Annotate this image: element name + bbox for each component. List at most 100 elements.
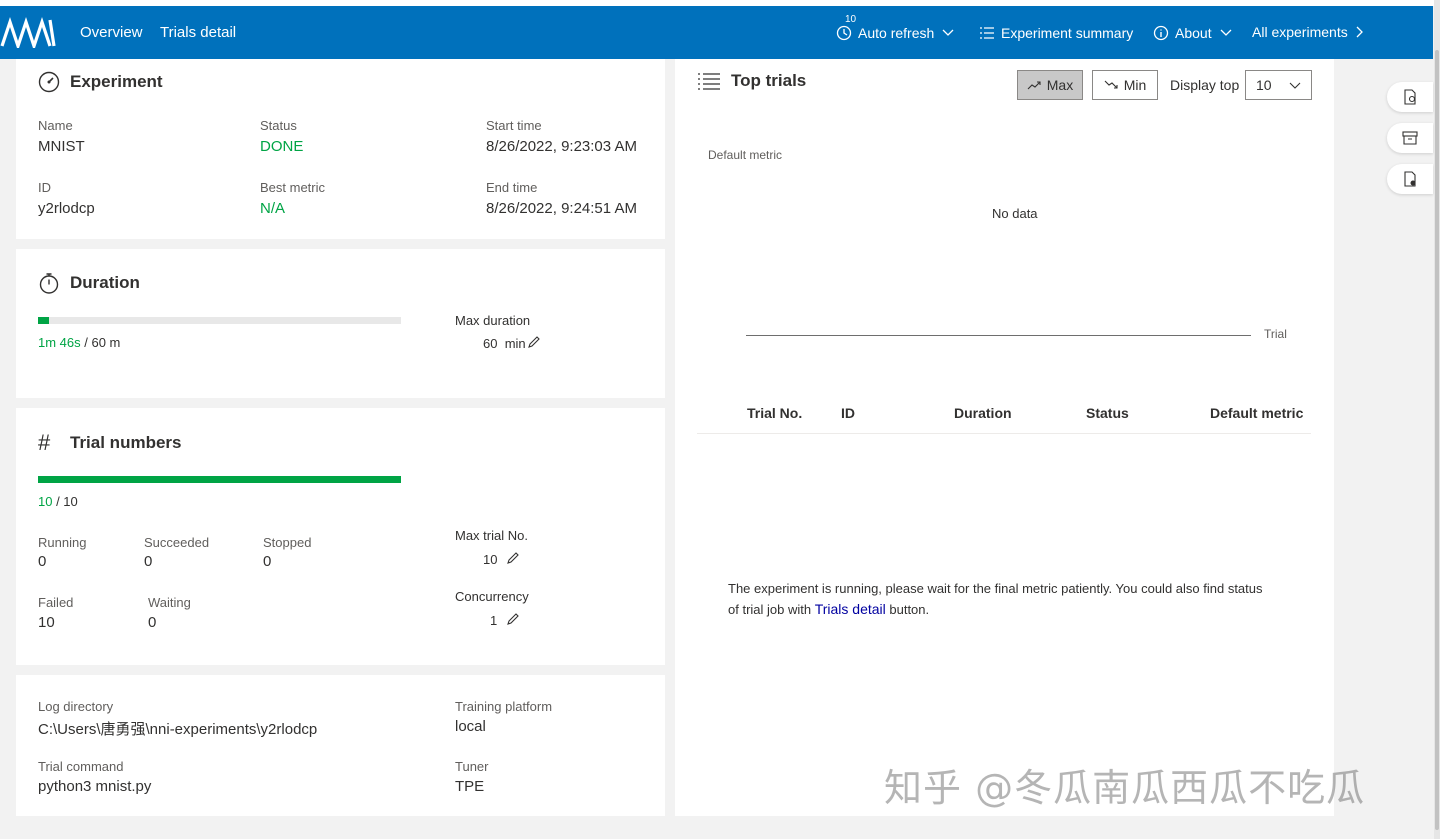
log-directory-label: Log directory [38, 699, 114, 714]
edit-pencil-icon[interactable] [506, 612, 520, 626]
display-top-label: Display top [1170, 77, 1240, 93]
chevron-down-icon [1220, 29, 1232, 36]
running-message-end: button. [885, 602, 930, 617]
chart-metric-label: Default metric [708, 148, 783, 162]
waiting-value: 0 [148, 614, 157, 631]
table-header-divider [697, 433, 1311, 434]
no-data-text: No data [992, 206, 1038, 221]
top-trials-title: Top trials [697, 71, 806, 91]
side-log-button[interactable] [1387, 164, 1433, 194]
navbar: Overview Trials detail 10 Auto refresh E… [0, 6, 1433, 59]
duration-progress-text: 1m 46s / 60 m [38, 335, 120, 350]
best-metric-label: Best metric [260, 180, 326, 195]
waiting-label: Waiting [148, 595, 191, 610]
max-duration-number: 60 [483, 336, 498, 351]
nav-overview[interactable]: Overview [80, 24, 143, 41]
column-duration[interactable]: Duration [954, 405, 1012, 421]
all-experiments-link[interactable]: All experiments [1252, 24, 1370, 40]
training-platform-label: Training platform [455, 699, 553, 714]
concurrency-value: 1 [490, 613, 498, 628]
start-time-label: Start time [486, 118, 542, 133]
display-top-select[interactable]: 10 [1245, 70, 1312, 100]
experiment-summary-button[interactable]: Experiment summary [979, 25, 1133, 41]
duration-title-text: Duration [70, 273, 140, 292]
edit-pencil-icon[interactable] [506, 551, 520, 565]
duration-total: / 60 m [80, 335, 121, 350]
about-menu[interactable]: About [1153, 25, 1238, 41]
succeeded-value: 0 [144, 553, 153, 570]
stopped-label: Stopped [263, 535, 312, 550]
max-duration-label: Max duration [455, 313, 531, 328]
column-status[interactable]: Status [1086, 405, 1129, 421]
nav-trials-detail[interactable]: Trials detail [160, 24, 236, 41]
top-trials-title-text: Top trials [731, 71, 807, 90]
nni-logo[interactable] [0, 16, 58, 48]
trial-numbers-title-text: Trial numbers [70, 433, 182, 452]
running-label: Running [38, 535, 87, 550]
trial-command-value: python3 mnist.py [38, 778, 152, 795]
stopwatch-icon [38, 272, 60, 294]
trials-detail-link[interactable]: Trials detail [815, 601, 886, 617]
max-duration-unit: min [504, 336, 526, 351]
info-icon [1153, 25, 1169, 41]
watermark-text: 知乎 @冬瓜南瓜西瓜不吃瓜 [884, 766, 1366, 810]
speedometer-icon [38, 71, 60, 93]
name-label: Name [38, 118, 73, 133]
trials-done: 10 [38, 494, 53, 509]
max-button[interactable]: Max [1017, 70, 1083, 100]
experiment-title-text: Experiment [70, 72, 163, 91]
max-duration-value: 60 min [483, 336, 526, 351]
succeeded-label: Succeeded [144, 535, 210, 550]
concurrency-label: Concurrency [455, 589, 529, 604]
edit-pencil-icon[interactable] [527, 335, 541, 349]
chart-x-axis-label: Trial [1264, 327, 1287, 341]
trials-progress-fill [38, 476, 401, 483]
status-label: Status [260, 118, 297, 133]
end-time-label: End time [486, 180, 538, 195]
trial-numbers-card: # Trial numbers 10 / 10 Running 0 Succee… [16, 408, 665, 665]
side-archive-button[interactable] [1387, 123, 1433, 153]
hash-icon: # [38, 430, 51, 455]
document-icon [1404, 171, 1416, 187]
running-message: The experiment is running, please wait f… [728, 579, 1288, 620]
duration-card: Duration 1m 46s / 60 m Max duration 60 m… [16, 249, 665, 398]
list-icon [697, 72, 721, 90]
duration-progress-bar [38, 317, 401, 324]
all-experiments-label: All experiments [1252, 24, 1348, 40]
trend-down-icon [1104, 80, 1118, 89]
min-button[interactable]: Min [1092, 70, 1158, 100]
auto-refresh-menu[interactable]: Auto refresh [836, 25, 960, 41]
trial-numbers-title: # Trial numbers [38, 430, 181, 456]
column-default-metric[interactable]: Default metric [1210, 405, 1303, 421]
duration-progress-fill [38, 317, 49, 324]
side-config-button[interactable] [1387, 82, 1433, 112]
chevron-right-icon [1356, 26, 1363, 38]
failed-label: Failed [38, 595, 74, 610]
end-time-value: 8/26/2022, 9:24:51 AM [486, 200, 637, 217]
scrollbar-thumb[interactable] [1435, 50, 1439, 830]
document-search-icon [1404, 89, 1416, 105]
status-value: DONE [260, 138, 304, 155]
trials-progress-text: 10 / 10 [38, 494, 78, 509]
max-trial-label: Max trial No. [455, 528, 528, 543]
tuner-value: TPE [455, 778, 485, 795]
trials-total: / 10 [52, 494, 78, 509]
chart-x-axis [746, 335, 1251, 336]
list-icon [980, 27, 994, 39]
running-message-line2: of trial job with [728, 602, 815, 617]
best-metric-value: N/A [260, 200, 286, 217]
info-card: Log directory C:\Users\唐勇强\nni-experimen… [16, 675, 665, 816]
max-trial-value: 10 [483, 552, 498, 567]
column-trial-no[interactable]: Trial No. [747, 405, 802, 421]
log-directory-value: C:\Users\唐勇强\nni-experiments\y2rlodcp [38, 721, 318, 738]
name-value: MNIST [38, 138, 85, 155]
about-label: About [1175, 25, 1212, 41]
refresh-count: 10 [845, 14, 857, 25]
running-message-line1: The experiment is running, please wait f… [728, 581, 1263, 596]
column-id[interactable]: ID [841, 405, 855, 421]
max-button-label: Max [1046, 77, 1074, 93]
archive-icon [1402, 131, 1418, 145]
tuner-label: Tuner [455, 759, 489, 774]
trial-command-label: Trial command [38, 759, 124, 774]
start-time-value: 8/26/2022, 9:23:03 AM [486, 138, 637, 155]
